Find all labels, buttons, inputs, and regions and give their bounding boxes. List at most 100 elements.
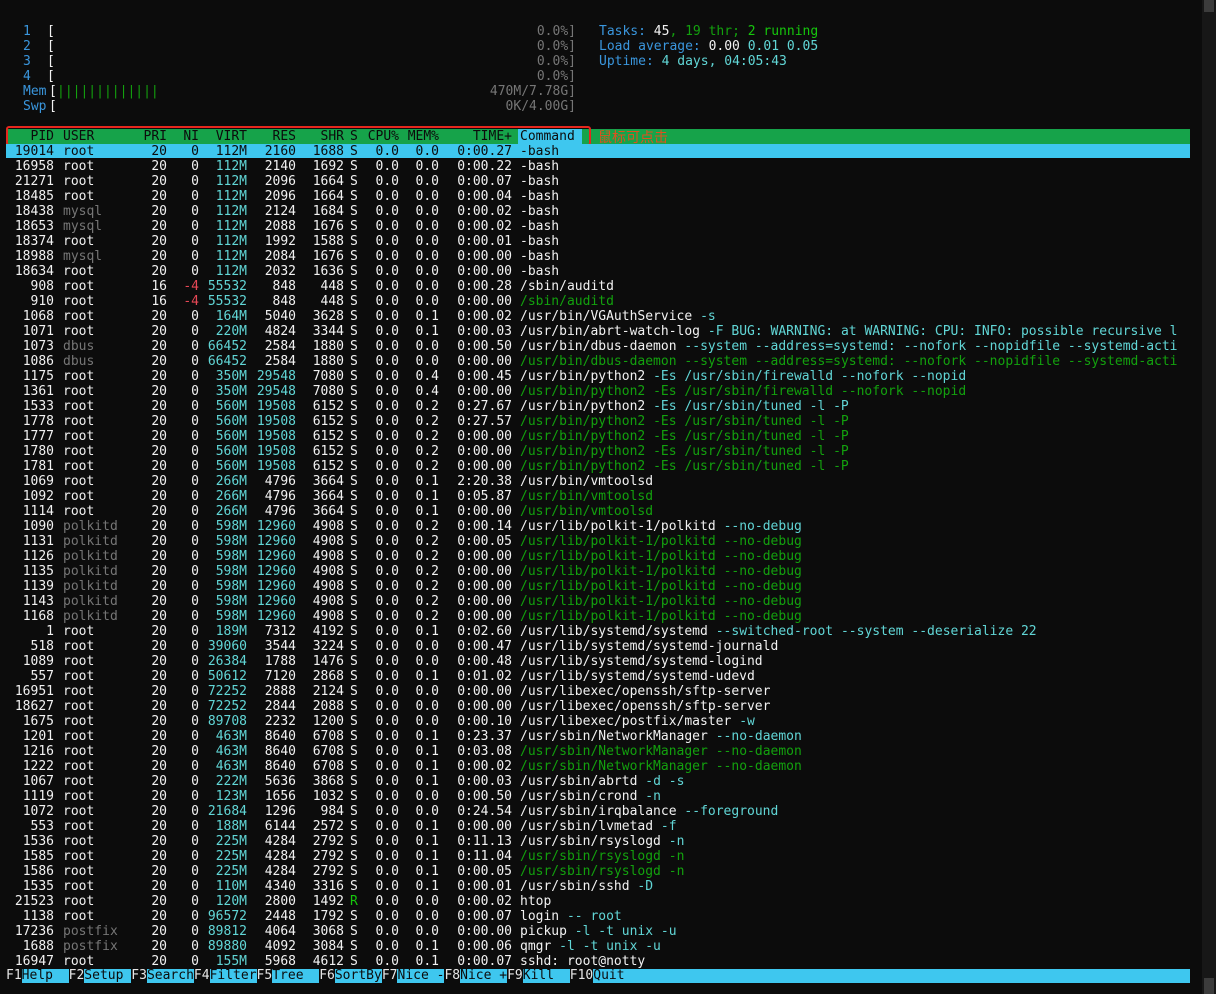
scroll-up-arrow[interactable] bbox=[1204, 0, 1214, 12]
process-row[interactable]: 1777 root 20 0 560M 19508 6152 S 0.0 0.2 0:00.00/u… bbox=[0, 429, 1190, 444]
process-pri: 20 bbox=[151, 699, 167, 714]
process-args: --foreground bbox=[676, 804, 779, 819]
process-command: /usr/sbin/irqbalance bbox=[520, 804, 677, 819]
fkey-f8[interactable]: F8 bbox=[444, 969, 461, 983]
process-cpu: 0.0 bbox=[375, 774, 399, 789]
process-time: 0:00.04 bbox=[457, 189, 512, 204]
process-row[interactable]: 1071 root 20 0 220M 4824 3344 S 0.0 0.1 0:00.03/us… bbox=[0, 324, 1190, 339]
process-row[interactable]: 1135 polkitd 20 0 598M 12960 4908 S 0.0 0.2 0:00.0… bbox=[0, 564, 1190, 579]
process-row[interactable]: 1119 root 20 0 123M 1656 1032 S 0.0 0.0 0:00.50/us… bbox=[0, 789, 1190, 804]
process-row[interactable]: 908 root 16 -4 55532 848 448 S 0.0 0.0 0:00.28/sbi… bbox=[0, 279, 1190, 294]
process-row[interactable]: 1126 polkitd 20 0 598M 12960 4908 S 0.0 0.2 0:00.0… bbox=[0, 549, 1190, 564]
fkey-label-f9[interactable]: Kill bbox=[523, 969, 570, 983]
fkey-f2[interactable]: F2 bbox=[68, 969, 85, 983]
process-row[interactable]: 1778 root 20 0 560M 19508 6152 S 0.0 0.2 0:27.57/u… bbox=[0, 414, 1190, 429]
process-row[interactable]: 1131 polkitd 20 0 598M 12960 4908 S 0.0 0.2 0:00.0… bbox=[0, 534, 1190, 549]
process-row[interactable]: 1069 root 20 0 266M 4796 3664 S 0.0 0.1 2:20.38/us… bbox=[0, 474, 1190, 489]
process-row[interactable]: 1072 root 20 0 21684 1296 984 S 0.0 0.0 0:24.54/us… bbox=[0, 804, 1190, 819]
fkey-f3[interactable]: F3 bbox=[131, 969, 147, 983]
process-row[interactable]: 17236 postfix 20 0 89812 4064 3068 S 0.0 0.0 0:00.… bbox=[0, 924, 1190, 939]
process-row[interactable]: 1 root 20 0 189M 7312 4192 S 0.0 0.1 0:02.60/usr/l… bbox=[0, 624, 1190, 639]
fkey-f5[interactable]: F5 bbox=[256, 969, 273, 983]
process-row[interactable]: 1675 root 20 0 89708 2232 1200 S 0.0 0.0 0:00.10/u… bbox=[0, 714, 1190, 729]
process-row[interactable]: 1086 dbus 20 0 66452 2584 1880 S 0.0 0.0 0:00.00/u… bbox=[0, 354, 1190, 369]
fkey-f10[interactable]: F10 bbox=[569, 969, 594, 983]
process-row[interactable]: 21271 root 20 0 112M 2096 1664 S 0.0 0.0 0:00.07 -b… bbox=[0, 174, 1190, 189]
fkey-label-f8[interactable]: Nice + bbox=[460, 969, 507, 983]
fkey-f9[interactable]: F9 bbox=[507, 969, 523, 983]
process-row[interactable]: 1535 root 20 0 110M 4340 3316 S 0.0 0.1 0:00.01/us… bbox=[0, 879, 1190, 894]
fkey-f4[interactable]: F4 bbox=[193, 969, 210, 983]
fkey-label-f6[interactable]: SortBy bbox=[335, 969, 382, 983]
process-cpu: 0.0 bbox=[375, 759, 399, 774]
process-row[interactable]: 1168 polkitd 20 0 598M 12960 4908 S 0.0 0.2 0:00.0… bbox=[0, 609, 1190, 624]
process-row[interactable]: 1533 root 20 0 560M 19508 6152 S 0.0 0.2 0:27.67/u… bbox=[0, 399, 1190, 414]
fkey-label-f3[interactable]: Search bbox=[147, 969, 194, 983]
process-row[interactable]: 1201 root 20 0 463M 8640 6708 S 0.0 0.1 0:23.37/us… bbox=[0, 729, 1190, 744]
process-row[interactable]: 557 root 20 0 50612 7120 2868 S 0.0 0.1 0:01.02/us… bbox=[0, 669, 1190, 684]
process-row[interactable]: 1175 root 20 0 350M 29548 7080 S 0.0 0.4 0:00.45/u… bbox=[0, 369, 1190, 384]
process-mem: 0.0 bbox=[415, 204, 439, 219]
process-row[interactable]: 16958 root 20 0 112M 2140 1692 S 0.0 0.0 0:00.22 -b… bbox=[0, 159, 1190, 174]
process-row[interactable]: 1143 polkitd 20 0 598M 12960 4908 S 0.0 0.2 0:00.0… bbox=[0, 594, 1190, 609]
process-row[interactable]: 1092 root 20 0 266M 4796 3664 S 0.0 0.1 0:05.87/us… bbox=[0, 489, 1190, 504]
process-row[interactable]: 1073 dbus 20 0 66452 2584 1880 S 0.0 0.0 0:00.50/u… bbox=[0, 339, 1190, 354]
process-row[interactable]: 1586 root 20 0 225M 4284 2792 S 0.0 0.1 0:00.05/us… bbox=[0, 864, 1190, 879]
process-row[interactable]: 553 root 20 0 188M 6144 2572 S 0.0 0.1 0:00.00/usr… bbox=[0, 819, 1190, 834]
process-row[interactable]: 1216 root 20 0 463M 8640 6708 S 0.0 0.1 0:03.08/us… bbox=[0, 744, 1190, 759]
process-row[interactable]: 1781 root 20 0 560M 19508 6152 S 0.0 0.2 0:00.00/u… bbox=[0, 459, 1190, 474]
process-virt: 123M bbox=[215, 789, 247, 804]
fkey-label-f2[interactable]: Setup bbox=[84, 969, 131, 983]
scroll-down-arrow[interactable] bbox=[1204, 978, 1214, 994]
process-row[interactable]: 16947 root 20 0 155M 5968 4612 S 0.0 0.1 0:00.07 ss… bbox=[0, 954, 1190, 969]
process-row[interactable]: 1585 root 20 0 225M 4284 2792 S 0.0 0.1 0:11.04/us… bbox=[0, 849, 1190, 864]
process-row[interactable]: 1089 root 20 0 26384 1788 1476 S 0.0 0.0 0:00.48/u… bbox=[0, 654, 1190, 669]
process-row[interactable]: 1114 root 20 0 266M 4796 3664 S 0.0 0.1 0:00.00/us… bbox=[0, 504, 1190, 519]
process-row[interactable]: 18374 root 20 0 112M 1992 1588 S 0.0 0.0 0:00.01 -b… bbox=[0, 234, 1190, 249]
process-row[interactable]: 1138 root 20 0 96572 2448 1792 S 0.0 0.0 0:00.07 lo… bbox=[0, 909, 1190, 924]
process-row[interactable]: 1536 root 20 0 225M 4284 2792 S 0.0 0.1 0:11.13/us… bbox=[0, 834, 1190, 849]
process-res: 8640 bbox=[264, 744, 296, 759]
process-row[interactable]: 1139 polkitd 20 0 598M 12960 4908 S 0.0 0.2 0:00.0… bbox=[0, 579, 1190, 594]
process-row[interactable]: 1361 root 20 0 350M 29548 7080 S 0.0 0.4 0:00.00/u… bbox=[0, 384, 1190, 399]
process-pid: 1089 bbox=[22, 654, 54, 669]
process-ni: 0 bbox=[191, 819, 199, 834]
process-time: 0:00.05 bbox=[457, 864, 512, 879]
process-row[interactable]: 18627 root 20 0 72252 2844 2088 S 0.0 0.0 0:00.00 /… bbox=[0, 699, 1190, 714]
fkey-f1[interactable]: F1 bbox=[6, 969, 22, 983]
process-row[interactable]: 19014 root 20 0 112M 2160 1688 S 0.0 0.0 0:00.27 -b… bbox=[0, 144, 1190, 159]
process-row[interactable]: 1222 root 20 0 463M 8640 6708 S 0.0 0.1 0:00.02/us… bbox=[0, 759, 1190, 774]
process-row[interactable]: 18988 mysql 20 0 112M 2084 1676 S 0.0 0.0 0:00.00-… bbox=[0, 249, 1190, 264]
process-row[interactable]: 1090 polkitd 20 0 598M 12960 4908 S 0.0 0.2 0:00.1… bbox=[0, 519, 1190, 534]
process-args: --no-debug bbox=[715, 579, 802, 594]
fkey-label-f5[interactable]: Tree bbox=[272, 969, 319, 983]
process-row[interactable]: 21523 root 20 0 120M 2800 1492 R 0.0 0.0 0:00.02 ht… bbox=[0, 894, 1190, 909]
fkey-f7[interactable]: F7 bbox=[381, 969, 398, 983]
process-row[interactable]: 18653 mysql 20 0 112M 2088 1676 S 0.0 0.0 0:00.02-… bbox=[0, 219, 1190, 234]
process-command: /usr/sbin/crond bbox=[520, 789, 638, 804]
process-row[interactable]: 18485 root 20 0 112M 2096 1664 S 0.0 0.0 0:00.04 -b… bbox=[0, 189, 1190, 204]
process-ni: 0 bbox=[191, 834, 199, 849]
process-mem: 0.1 bbox=[415, 489, 439, 504]
process-row[interactable]: 910 root 16 -4 55532 848 448 S 0.0 0.0 0:00.00/sbi… bbox=[0, 294, 1190, 309]
process-row[interactable]: 1780 root 20 0 560M 19508 6152 S 0.0 0.2 0:00.00/u… bbox=[0, 444, 1190, 459]
fkey-f6[interactable]: F6 bbox=[319, 969, 335, 983]
process-row[interactable]: 1688 postfix 20 0 89880 4092 3084 S 0.0 0.1 0:00.0… bbox=[0, 939, 1190, 954]
fkey-label-f10[interactable]: Quit bbox=[593, 969, 640, 983]
process-row[interactable]: 518 root 20 0 39060 3544 3224 S 0.0 0.0 0:00.47/us… bbox=[0, 639, 1190, 654]
process-row[interactable]: 16951 root 20 0 72252 2888 2124 S 0.0 0.0 0:00.00 /… bbox=[0, 684, 1190, 699]
process-row[interactable]: 18634 root 20 0 112M 2032 1636 S 0.0 0.0 0:00.00 -b… bbox=[0, 264, 1190, 279]
process-row[interactable]: 1068 root 20 0 164M 5040 3628 S 0.0 0.1 0:00.02/us… bbox=[0, 309, 1190, 324]
process-cpu: 0.0 bbox=[375, 294, 399, 309]
terminal-scrollbar[interactable] bbox=[1202, 0, 1216, 994]
fkey-label-f4[interactable]: Filter bbox=[210, 969, 257, 983]
process-s: S bbox=[350, 639, 358, 654]
process-row[interactable]: 1067 root 20 0 222M 5636 3868 S 0.0 0.1 0:00.03/us… bbox=[0, 774, 1190, 789]
process-cpu: 0.0 bbox=[375, 624, 399, 639]
process-command: /usr/sbin/lvmetad bbox=[520, 819, 654, 834]
fkey-label-f7[interactable]: Nice - bbox=[398, 969, 445, 983]
process-time: 0:00.02 bbox=[457, 894, 512, 909]
process-row[interactable]: 18438 mysql 20 0 112M 2124 1684 S 0.0 0.0 0:00.02-… bbox=[0, 204, 1190, 219]
process-cpu: 0.0 bbox=[375, 849, 399, 864]
fkey-label-f1[interactable]: Help bbox=[22, 969, 69, 983]
